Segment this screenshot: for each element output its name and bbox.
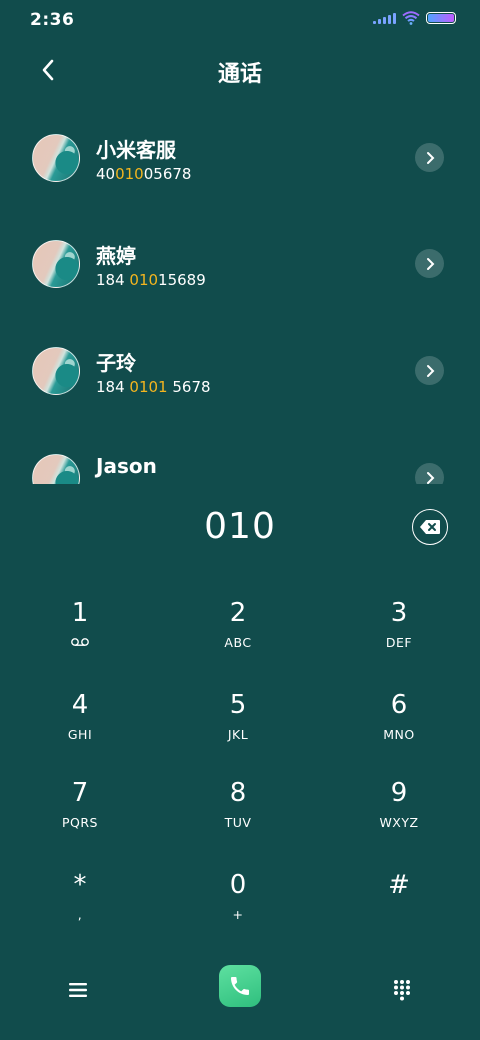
call-button[interactable] <box>219 965 261 1007</box>
dialed-number[interactable]: 010 <box>0 506 480 547</box>
key-letters: JKL <box>227 727 249 742</box>
key-digit: 7 <box>71 778 89 808</box>
key-digit: 0 <box>229 870 247 900</box>
menu-button[interactable] <box>62 974 94 1006</box>
chevron-right-icon <box>426 471 434 484</box>
contact-detail-button[interactable] <box>415 249 444 278</box>
chevron-right-icon <box>426 151 434 164</box>
key-digit: 9 <box>390 778 408 808</box>
key-2[interactable]: 2 ABC <box>158 598 318 668</box>
contact-row-ziling[interactable]: 子玲 184 0101 5678 <box>0 323 480 419</box>
key-0[interactable]: 0 + <box>158 870 318 940</box>
contact-detail-button[interactable] <box>415 356 444 385</box>
key-letters: ABC <box>224 635 252 650</box>
chevron-right-icon <box>426 257 434 270</box>
key-1[interactable]: 1 <box>0 598 160 668</box>
signal-icon <box>373 12 396 24</box>
key-letters: TUV <box>224 815 252 830</box>
key-digit: * <box>73 870 87 900</box>
match-highlight: 010 <box>129 271 159 289</box>
contact-row-jason[interactable]: Jason <box>0 430 480 484</box>
voicemail-icon <box>0 634 160 652</box>
avatar <box>32 347 80 395</box>
dial-display: 010 <box>0 500 480 556</box>
contact-row-yanting[interactable]: 燕婷 184 01015689 <box>0 216 480 312</box>
status-time: 2:36 <box>30 10 75 30</box>
key-letters: DEF <box>385 635 413 650</box>
key-hash[interactable]: # <box>319 870 479 940</box>
phone-icon <box>231 977 249 995</box>
match-highlight: 010 <box>115 165 144 183</box>
contact-name: Jason <box>96 454 157 478</box>
key-8[interactable]: 8 TUV <box>158 778 318 848</box>
chevron-right-icon <box>426 364 434 377</box>
avatar <box>32 454 80 484</box>
contact-detail-button[interactable] <box>415 463 444 484</box>
avatar <box>32 240 80 288</box>
key-digit: 1 <box>71 598 89 628</box>
key-digit: 5 <box>229 690 247 720</box>
contact-detail-button[interactable] <box>415 143 444 172</box>
key-letters: MNO <box>383 727 415 742</box>
key-digit: 4 <box>71 690 89 720</box>
key-digit: 6 <box>390 690 408 720</box>
menu-icon <box>69 983 87 997</box>
key-3[interactable]: 3 DEF <box>319 598 479 668</box>
contact-name: 小米客服 <box>96 138 176 162</box>
contact-name: 燕婷 <box>96 244 136 268</box>
dialpad-icon <box>394 980 410 1001</box>
key-5[interactable]: 5 JKL <box>158 690 318 760</box>
battery-icon <box>426 12 456 24</box>
status-bar: 2:36 <box>0 0 480 40</box>
key-9[interactable]: 9 WXYZ <box>319 778 479 848</box>
contact-number: 4001005678 <box>96 165 192 183</box>
header: 通话 <box>0 46 480 94</box>
contact-list[interactable]: 小米客服 4001005678 燕婷 184 01015689 子玲 184 0… <box>0 110 480 484</box>
page-title: 通话 <box>217 62 262 87</box>
key-digit: 8 <box>229 778 247 808</box>
status-icons <box>373 11 456 25</box>
key-7[interactable]: 7 PQRS <box>0 778 160 848</box>
key-digit: 2 <box>229 598 247 628</box>
wifi-icon <box>402 11 420 25</box>
key-digit: 3 <box>390 598 408 628</box>
key-letters: , <box>77 907 83 922</box>
key-6[interactable]: 6 MNO <box>319 690 479 760</box>
match-highlight: 0101 <box>129 378 168 396</box>
key-4[interactable]: 4 GHI <box>0 690 160 760</box>
key-star[interactable]: * , <box>0 870 160 940</box>
contact-name: 子玲 <box>96 351 136 375</box>
keypad-toggle-button[interactable] <box>386 974 418 1006</box>
contact-number: 184 0101 5678 <box>96 378 211 396</box>
key-letters: + <box>232 907 244 922</box>
contact-row-xiaomi-service[interactable]: 小米客服 4001005678 <box>0 110 480 206</box>
avatar <box>32 134 80 182</box>
backspace-icon <box>420 520 440 534</box>
bottom-action-bar <box>0 960 480 1020</box>
key-letters: PQRS <box>62 815 98 830</box>
key-letters: GHI <box>67 727 93 742</box>
backspace-button[interactable] <box>412 509 448 545</box>
key-letters: WXYZ <box>379 815 419 830</box>
contact-number: 184 01015689 <box>96 271 206 289</box>
key-digit: # <box>388 870 410 900</box>
